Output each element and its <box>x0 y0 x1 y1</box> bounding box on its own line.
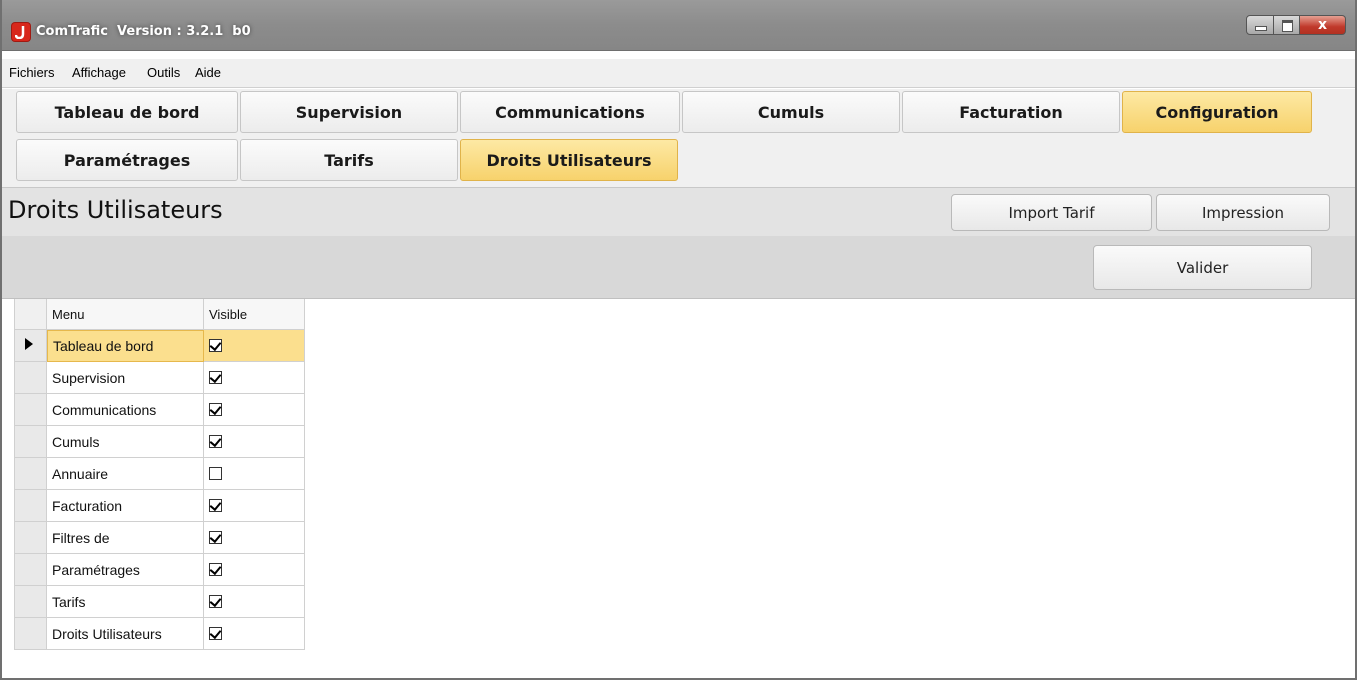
menu-cell[interactable]: Droits Utilisateurs <box>47 618 204 650</box>
menu-cell[interactable]: Annuaire <box>47 458 204 490</box>
visible-checkbox[interactable] <box>209 626 222 640</box>
table-row[interactable]: Droits Utilisateurs <box>15 618 305 650</box>
table-row[interactable]: Paramétrages <box>15 554 305 586</box>
row-selector[interactable] <box>15 618 47 650</box>
window-title: ComTrafic Version : 3.2.1 b0 <box>36 24 251 39</box>
column-header-visible[interactable]: Visible <box>204 299 305 330</box>
menu-outils[interactable]: Outils <box>147 65 180 80</box>
visible-cell[interactable] <box>204 330 305 362</box>
close-button[interactable]: x <box>1300 15 1346 35</box>
grid-header-row: Menu Visible <box>15 299 305 330</box>
table-row[interactable]: Filtres de <box>15 522 305 554</box>
menu-cell[interactable]: Facturation <box>47 490 204 522</box>
maximize-button[interactable] <box>1274 15 1300 35</box>
table-row[interactable]: Supervision <box>15 362 305 394</box>
app-window: ComTrafic Version : 3.2.1 b0 x Fichiers … <box>0 0 1357 680</box>
visible-checkbox[interactable] <box>209 370 222 384</box>
visible-cell[interactable] <box>204 554 305 586</box>
visible-checkbox[interactable] <box>209 402 222 416</box>
subtab-parametrages[interactable]: Paramétrages <box>16 139 238 181</box>
visible-cell[interactable] <box>204 426 305 458</box>
row-selector[interactable] <box>15 586 47 618</box>
menu-fichiers[interactable]: Fichiers <box>9 65 55 80</box>
row-selector-header <box>15 299 47 330</box>
menu-cell[interactable]: Tableau de bord <box>47 330 204 362</box>
menu-cell[interactable]: Tarifs <box>47 586 204 618</box>
row-selector[interactable] <box>15 554 47 586</box>
tab-communications[interactable]: Communications <box>460 91 680 133</box>
subtab-droits-utilisateurs[interactable]: Droits Utilisateurs <box>460 139 678 181</box>
tab-supervision[interactable]: Supervision <box>240 91 458 133</box>
visible-cell[interactable] <box>204 394 305 426</box>
checkmark-icon <box>209 626 222 640</box>
tab-cumuls[interactable]: Cumuls <box>682 91 900 133</box>
visible-cell[interactable] <box>204 458 305 490</box>
checkmark-icon <box>209 370 222 384</box>
row-selector[interactable] <box>15 458 47 490</box>
menu-aide[interactable]: Aide <box>195 65 221 80</box>
visible-checkbox[interactable] <box>209 562 222 576</box>
checkmark-icon <box>209 562 222 576</box>
visible-checkbox[interactable] <box>209 530 222 544</box>
menu-cell[interactable]: Cumuls <box>47 426 204 458</box>
visible-checkbox[interactable] <box>209 498 222 512</box>
page-header: Droits Utilisateurs Import Tarif Impress… <box>2 187 1355 237</box>
menu-cell[interactable]: Paramétrages <box>47 554 204 586</box>
visible-checkbox[interactable] <box>209 434 222 448</box>
table-row[interactable]: Tableau de bord <box>15 330 305 362</box>
row-selector[interactable] <box>15 330 47 362</box>
tab-tableau-de-bord[interactable]: Tableau de bord <box>16 91 238 133</box>
visible-cell[interactable] <box>204 362 305 394</box>
title-bar[interactable]: ComTrafic Version : 3.2.1 b0 x <box>2 0 1355 51</box>
row-selector[interactable] <box>15 522 47 554</box>
main-tab-bar: Tableau de bord Supervision Communicatio… <box>2 89 1355 137</box>
grid-body: Tableau de bord Supervision Communications… <box>15 330 305 650</box>
table-row[interactable]: Tarifs <box>15 586 305 618</box>
visible-cell[interactable] <box>204 618 305 650</box>
window-controls: x <box>1246 15 1346 37</box>
menu-cell[interactable]: Communications <box>47 394 204 426</box>
checkmark-icon <box>209 498 222 512</box>
import-tarif-button[interactable]: Import Tarif <box>951 194 1152 231</box>
impression-button[interactable]: Impression <box>1156 194 1330 231</box>
tab-configuration[interactable]: Configuration <box>1122 91 1312 133</box>
page-title: Droits Utilisateurs <box>8 196 223 224</box>
subtab-tarifs[interactable]: Tarifs <box>240 139 458 181</box>
row-selector[interactable] <box>15 362 47 394</box>
table-row[interactable]: Facturation <box>15 490 305 522</box>
visible-checkbox[interactable] <box>209 594 222 608</box>
rights-grid: Menu Visible Tableau de bord Supervision C… <box>14 299 305 650</box>
menu-cell[interactable]: Supervision <box>47 362 204 394</box>
checkmark-icon <box>209 434 222 448</box>
menu-cell[interactable]: Filtres de <box>47 522 204 554</box>
checkmark-icon <box>209 530 222 544</box>
row-selector[interactable] <box>15 490 47 522</box>
action-bar: Valider <box>2 236 1355 299</box>
table-row[interactable]: Communications <box>15 394 305 426</box>
valider-button[interactable]: Valider <box>1093 245 1312 290</box>
visible-cell[interactable] <box>204 586 305 618</box>
visible-cell[interactable] <box>204 490 305 522</box>
menu-bar: Fichiers Affichage Outils Aide <box>2 59 1355 88</box>
column-header-menu[interactable]: Menu <box>47 299 204 330</box>
app-logo-icon <box>12 23 30 41</box>
row-selector[interactable] <box>15 394 47 426</box>
checkmark-icon <box>209 402 222 416</box>
visible-checkbox[interactable] <box>209 338 222 352</box>
visible-cell[interactable] <box>204 522 305 554</box>
sub-tab-bar: Paramétrages Tarifs Droits Utilisateurs <box>2 137 1355 187</box>
row-pointer-icon <box>25 338 33 350</box>
table-row[interactable]: Annuaire <box>15 458 305 490</box>
checkmark-icon <box>209 594 222 608</box>
tab-facturation[interactable]: Facturation <box>902 91 1120 133</box>
close-icon: x <box>1317 17 1328 33</box>
menu-affichage[interactable]: Affichage <box>72 65 126 80</box>
checkmark-icon <box>209 338 222 352</box>
table-row[interactable]: Cumuls <box>15 426 305 458</box>
row-selector[interactable] <box>15 426 47 458</box>
minimize-button[interactable] <box>1246 15 1274 35</box>
visible-checkbox[interactable] <box>209 467 222 480</box>
